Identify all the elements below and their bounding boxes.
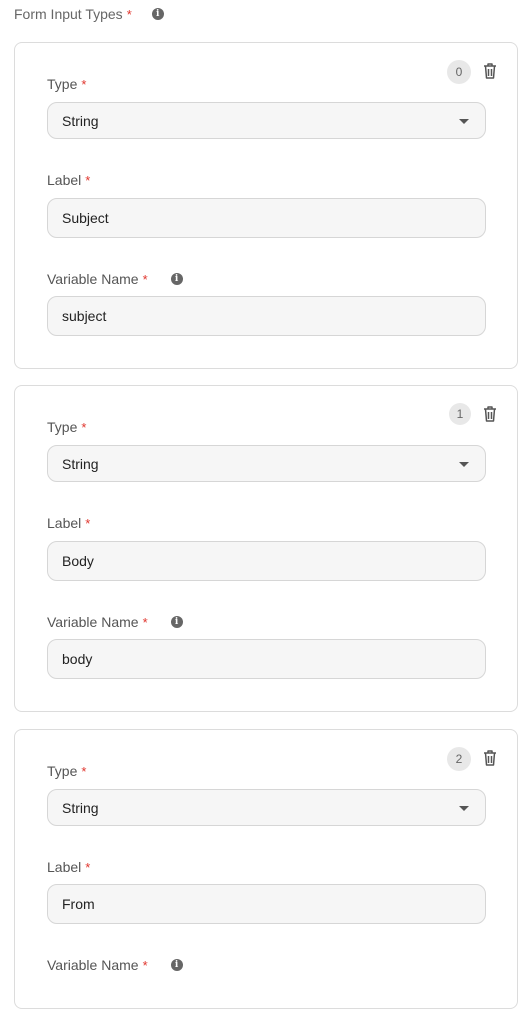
label-input-value: From <box>62 896 95 912</box>
section-header: Form Input Types * i <box>14 6 164 22</box>
section-title: Form Input Types <box>14 6 123 22</box>
variable-name-label: Variable Name * i <box>47 957 183 973</box>
caret-down-icon <box>459 805 469 811</box>
info-icon[interactable]: i <box>170 959 183 971</box>
info-icon[interactable]: i <box>151 8 164 20</box>
variable-name-input-value: body <box>62 651 93 667</box>
card-index-badge: 2 <box>447 747 471 771</box>
variable-name-label: Variable Name * i <box>47 614 183 630</box>
type-select[interactable]: String <box>47 445 486 482</box>
type-label: Type * <box>47 76 87 92</box>
form-input-card-2: 2 Type * String Label * From Variable Name… <box>14 729 518 1009</box>
label-input-value: Body <box>62 553 94 569</box>
card-index-badge: 1 <box>449 403 471 425</box>
type-select[interactable]: String <box>47 102 486 139</box>
trash-icon[interactable] <box>482 405 498 423</box>
type-select[interactable]: String <box>47 789 486 826</box>
type-label: Type * <box>47 763 87 779</box>
form-input-card-1: 1 Type * String Label * Body Variable Name… <box>14 385 518 712</box>
variable-name-input[interactable]: subject <box>47 296 486 336</box>
type-select-value: String <box>62 112 99 129</box>
label-input[interactable]: Subject <box>47 198 486 238</box>
label-input[interactable]: From <box>47 884 486 924</box>
variable-name-input[interactable]: body <box>47 639 486 679</box>
form-input-card-0: 0 Type * String Label * Subject Variable N… <box>14 42 518 369</box>
trash-icon[interactable] <box>482 62 498 80</box>
type-select-value: String <box>62 799 99 816</box>
trash-icon[interactable] <box>482 749 498 767</box>
label-label: Label * <box>47 859 91 875</box>
type-select-value: String <box>62 455 99 472</box>
caret-down-icon <box>459 118 469 124</box>
info-icon[interactable]: i <box>170 616 183 628</box>
caret-down-icon <box>459 461 469 467</box>
label-input-value: Subject <box>62 210 109 226</box>
info-icon[interactable]: i <box>170 273 183 285</box>
variable-name-input-value: subject <box>62 308 107 324</box>
card-index-badge: 0 <box>447 60 471 84</box>
label-label: Label * <box>47 515 91 531</box>
required-mark: * <box>126 6 132 22</box>
label-label: Label * <box>47 172 91 188</box>
type-label: Type * <box>47 419 87 435</box>
label-input[interactable]: Body <box>47 541 486 581</box>
variable-name-label: Variable Name * i <box>47 271 183 287</box>
